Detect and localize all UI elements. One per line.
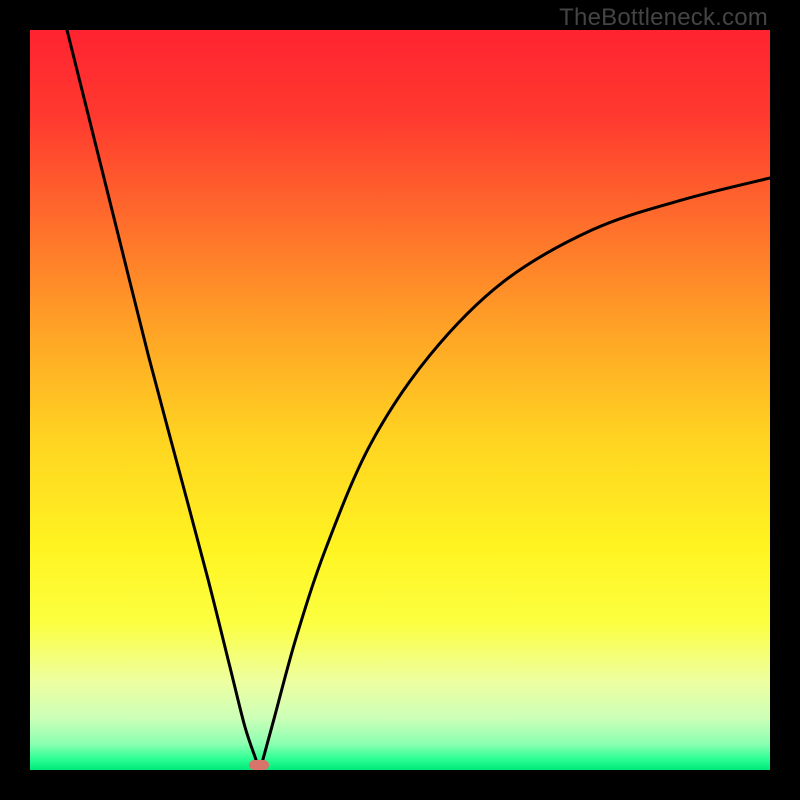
bottleneck-curve	[30, 30, 770, 770]
chart-frame	[30, 30, 770, 770]
watermark-text: TheBottleneck.com	[559, 4, 768, 32]
minimum-marker	[249, 760, 269, 770]
